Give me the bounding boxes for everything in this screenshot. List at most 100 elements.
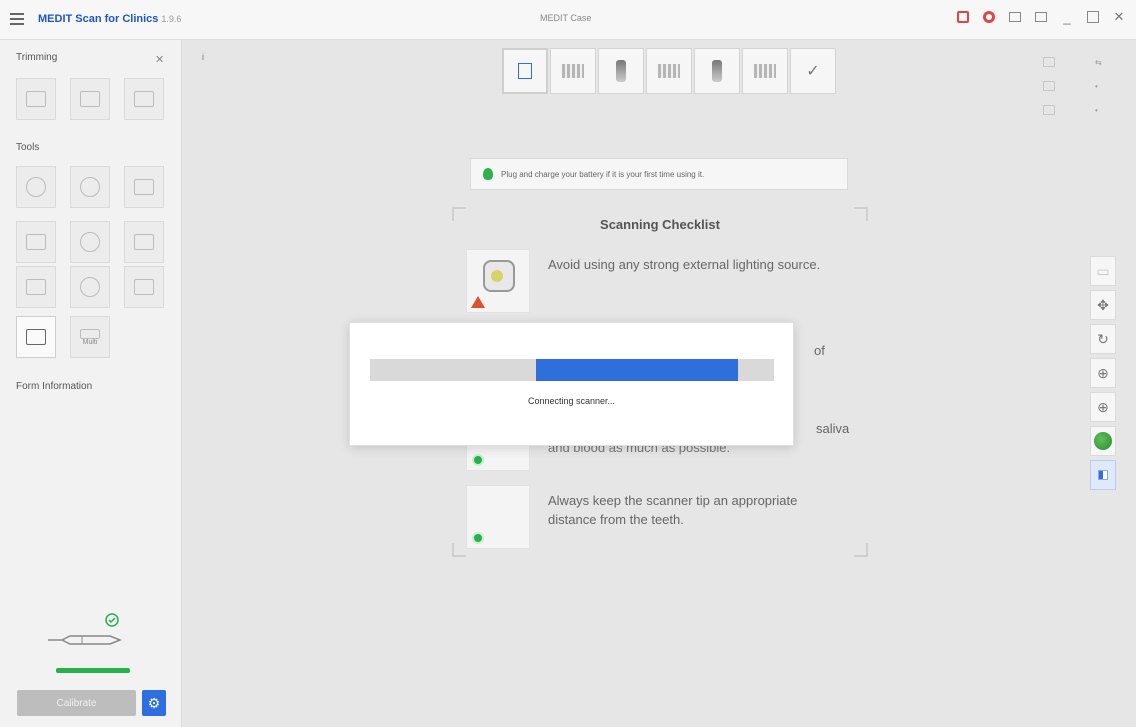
stage-lower-die[interactable] [694, 48, 740, 94]
warning-icon [471, 296, 485, 308]
camera-icon[interactable] [1034, 10, 1048, 24]
view-option-dot[interactable]: • [1095, 106, 1098, 115]
minimize-icon[interactable]: _ [1060, 10, 1074, 25]
stage-edit[interactable] [502, 48, 548, 94]
occlusion-scan-icon [754, 64, 776, 78]
zoom-fit-icon: ⊕ [1097, 364, 1109, 381]
record-icon[interactable] [982, 10, 996, 24]
move-icon: ✥ [1097, 296, 1109, 313]
tool-bite[interactable] [124, 221, 164, 263]
stage-occlusion[interactable] [742, 48, 788, 94]
trim-lasso-tool[interactable] [16, 78, 56, 120]
light-bulb-shape [491, 270, 503, 282]
texture-toggle-button[interactable] [1090, 460, 1116, 490]
view-option-dot[interactable]: • [1095, 82, 1098, 91]
pan-button[interactable]: ✥ [1090, 290, 1116, 320]
reset-view-icon: ▭ [1096, 262, 1110, 279]
checklist-item: Always keep the scanner tip an appropria… [466, 485, 856, 551]
tools-label: Tools [16, 142, 40, 153]
stage-maxilla[interactable] [550, 48, 596, 94]
color-mode-button[interactable] [1090, 426, 1116, 456]
upper-die-icon [616, 60, 626, 82]
hamburger-menu-icon[interactable] [10, 13, 24, 25]
title-bar: MEDIT Scan for Clinics 1.9.6 MEDIT Case _… [0, 0, 1136, 40]
tool-clock[interactable] [70, 266, 110, 308]
add-icon [26, 279, 46, 295]
checklist-title: Scanning Checklist [600, 217, 720, 232]
tool-lock-area[interactable] [16, 166, 56, 208]
stage-mandible[interactable] [646, 48, 692, 94]
view-option-toggle[interactable]: ⇆ [1095, 58, 1102, 67]
left-sidebar: Trimming ✕ Tools Multi Form Information … [0, 40, 182, 727]
tool-display[interactable] [16, 221, 56, 263]
lightbulb-icon [483, 168, 493, 180]
bite-icon [134, 234, 154, 250]
calibrate-button[interactable]: Calibrate [17, 690, 136, 716]
tool-layout[interactable] [124, 266, 164, 308]
form-information-label: Form Information [16, 381, 93, 392]
monitor-icon[interactable] [1043, 57, 1055, 67]
margin-icon [26, 329, 46, 345]
hdr-icon [80, 177, 100, 197]
title-bar-controls: _ ✕ [956, 9, 1126, 25]
tool-person[interactable] [70, 221, 110, 263]
window-caption: MEDIT Case [540, 13, 592, 23]
list-icon[interactable] [1043, 105, 1055, 115]
checklist-item: Avoid using any strong external lighting… [466, 249, 856, 315]
connecting-dialog: Connecting scanner... [349, 322, 794, 446]
lasso-icon [26, 91, 46, 107]
zoom-fit-button[interactable]: ⊕ [1090, 358, 1116, 388]
zoom-in-button[interactable]: ⊕ [1090, 392, 1116, 422]
layout-icon [134, 279, 154, 295]
scan-stage-bar: ✓ [502, 48, 836, 94]
checklist-item-text-fragment: of [814, 343, 825, 358]
copy-icon[interactable] [1043, 81, 1055, 91]
color-ball-icon [1094, 432, 1112, 450]
screenshot-icon[interactable] [1008, 10, 1022, 24]
mandible-scan-icon [658, 64, 680, 78]
gear-icon: ⚙ [147, 694, 161, 711]
checklist-item-text-fragment: saliva [816, 421, 850, 436]
settings-button[interactable]: ⚙ [142, 690, 166, 716]
scanner-status-icon [48, 613, 123, 645]
app-version: 1.9.6 [161, 14, 182, 24]
display-icon [26, 234, 46, 250]
lock-area-icon [26, 177, 46, 197]
connecting-message: Connecting scanner... [527, 396, 616, 406]
stage-upper-die[interactable] [598, 48, 644, 94]
app-name: MEDIT Scan for Clinics [38, 13, 159, 25]
rotate-icon: ↻ [1097, 330, 1109, 347]
person-icon [80, 232, 100, 252]
trim-polygon-tool[interactable] [70, 78, 110, 120]
screen-record-icon[interactable] [956, 10, 970, 24]
app-title: MEDIT Scan for Clinics 1.9.6 [38, 13, 181, 25]
filter-icon [134, 179, 154, 195]
rotate-button[interactable]: ↻ [1090, 324, 1116, 354]
tool-margin[interactable] [16, 316, 56, 358]
tool-add[interactable] [16, 266, 56, 308]
collapse-sidebar-icon[interactable]: ✕ [155, 53, 164, 66]
close-icon[interactable]: ✕ [1112, 9, 1126, 24]
tool-hdr[interactable] [70, 166, 110, 208]
multi-icon [80, 328, 100, 339]
view-reset-button[interactable]: ▭ [1090, 256, 1116, 286]
brush-icon [134, 91, 154, 107]
tool-filter[interactable] [124, 166, 164, 208]
trimming-label: Trimming [16, 52, 58, 63]
trim-brush-tool[interactable] [124, 78, 164, 120]
scanner-connection-bar [56, 668, 130, 673]
info-icon[interactable]: i [197, 52, 209, 64]
scanner-tip-illustration [466, 485, 530, 549]
tool-multi[interactable]: Multi [70, 316, 110, 358]
frame-corner [854, 543, 868, 557]
stage-complete[interactable]: ✓ [790, 48, 836, 94]
checklist-item-text: Avoid using any strong external lighting… [548, 257, 821, 272]
maxilla-scan-icon [562, 64, 584, 78]
tip-banner: Plug and charge your battery if it is yo… [470, 158, 848, 190]
edit-icon [518, 63, 532, 79]
frame-corner [452, 543, 466, 557]
checkmark-icon: ✓ [806, 63, 820, 80]
tool-multi-label: Multi [82, 338, 98, 346]
maximize-icon[interactable] [1086, 10, 1100, 24]
zoom-in-icon: ⊕ [1097, 398, 1109, 415]
